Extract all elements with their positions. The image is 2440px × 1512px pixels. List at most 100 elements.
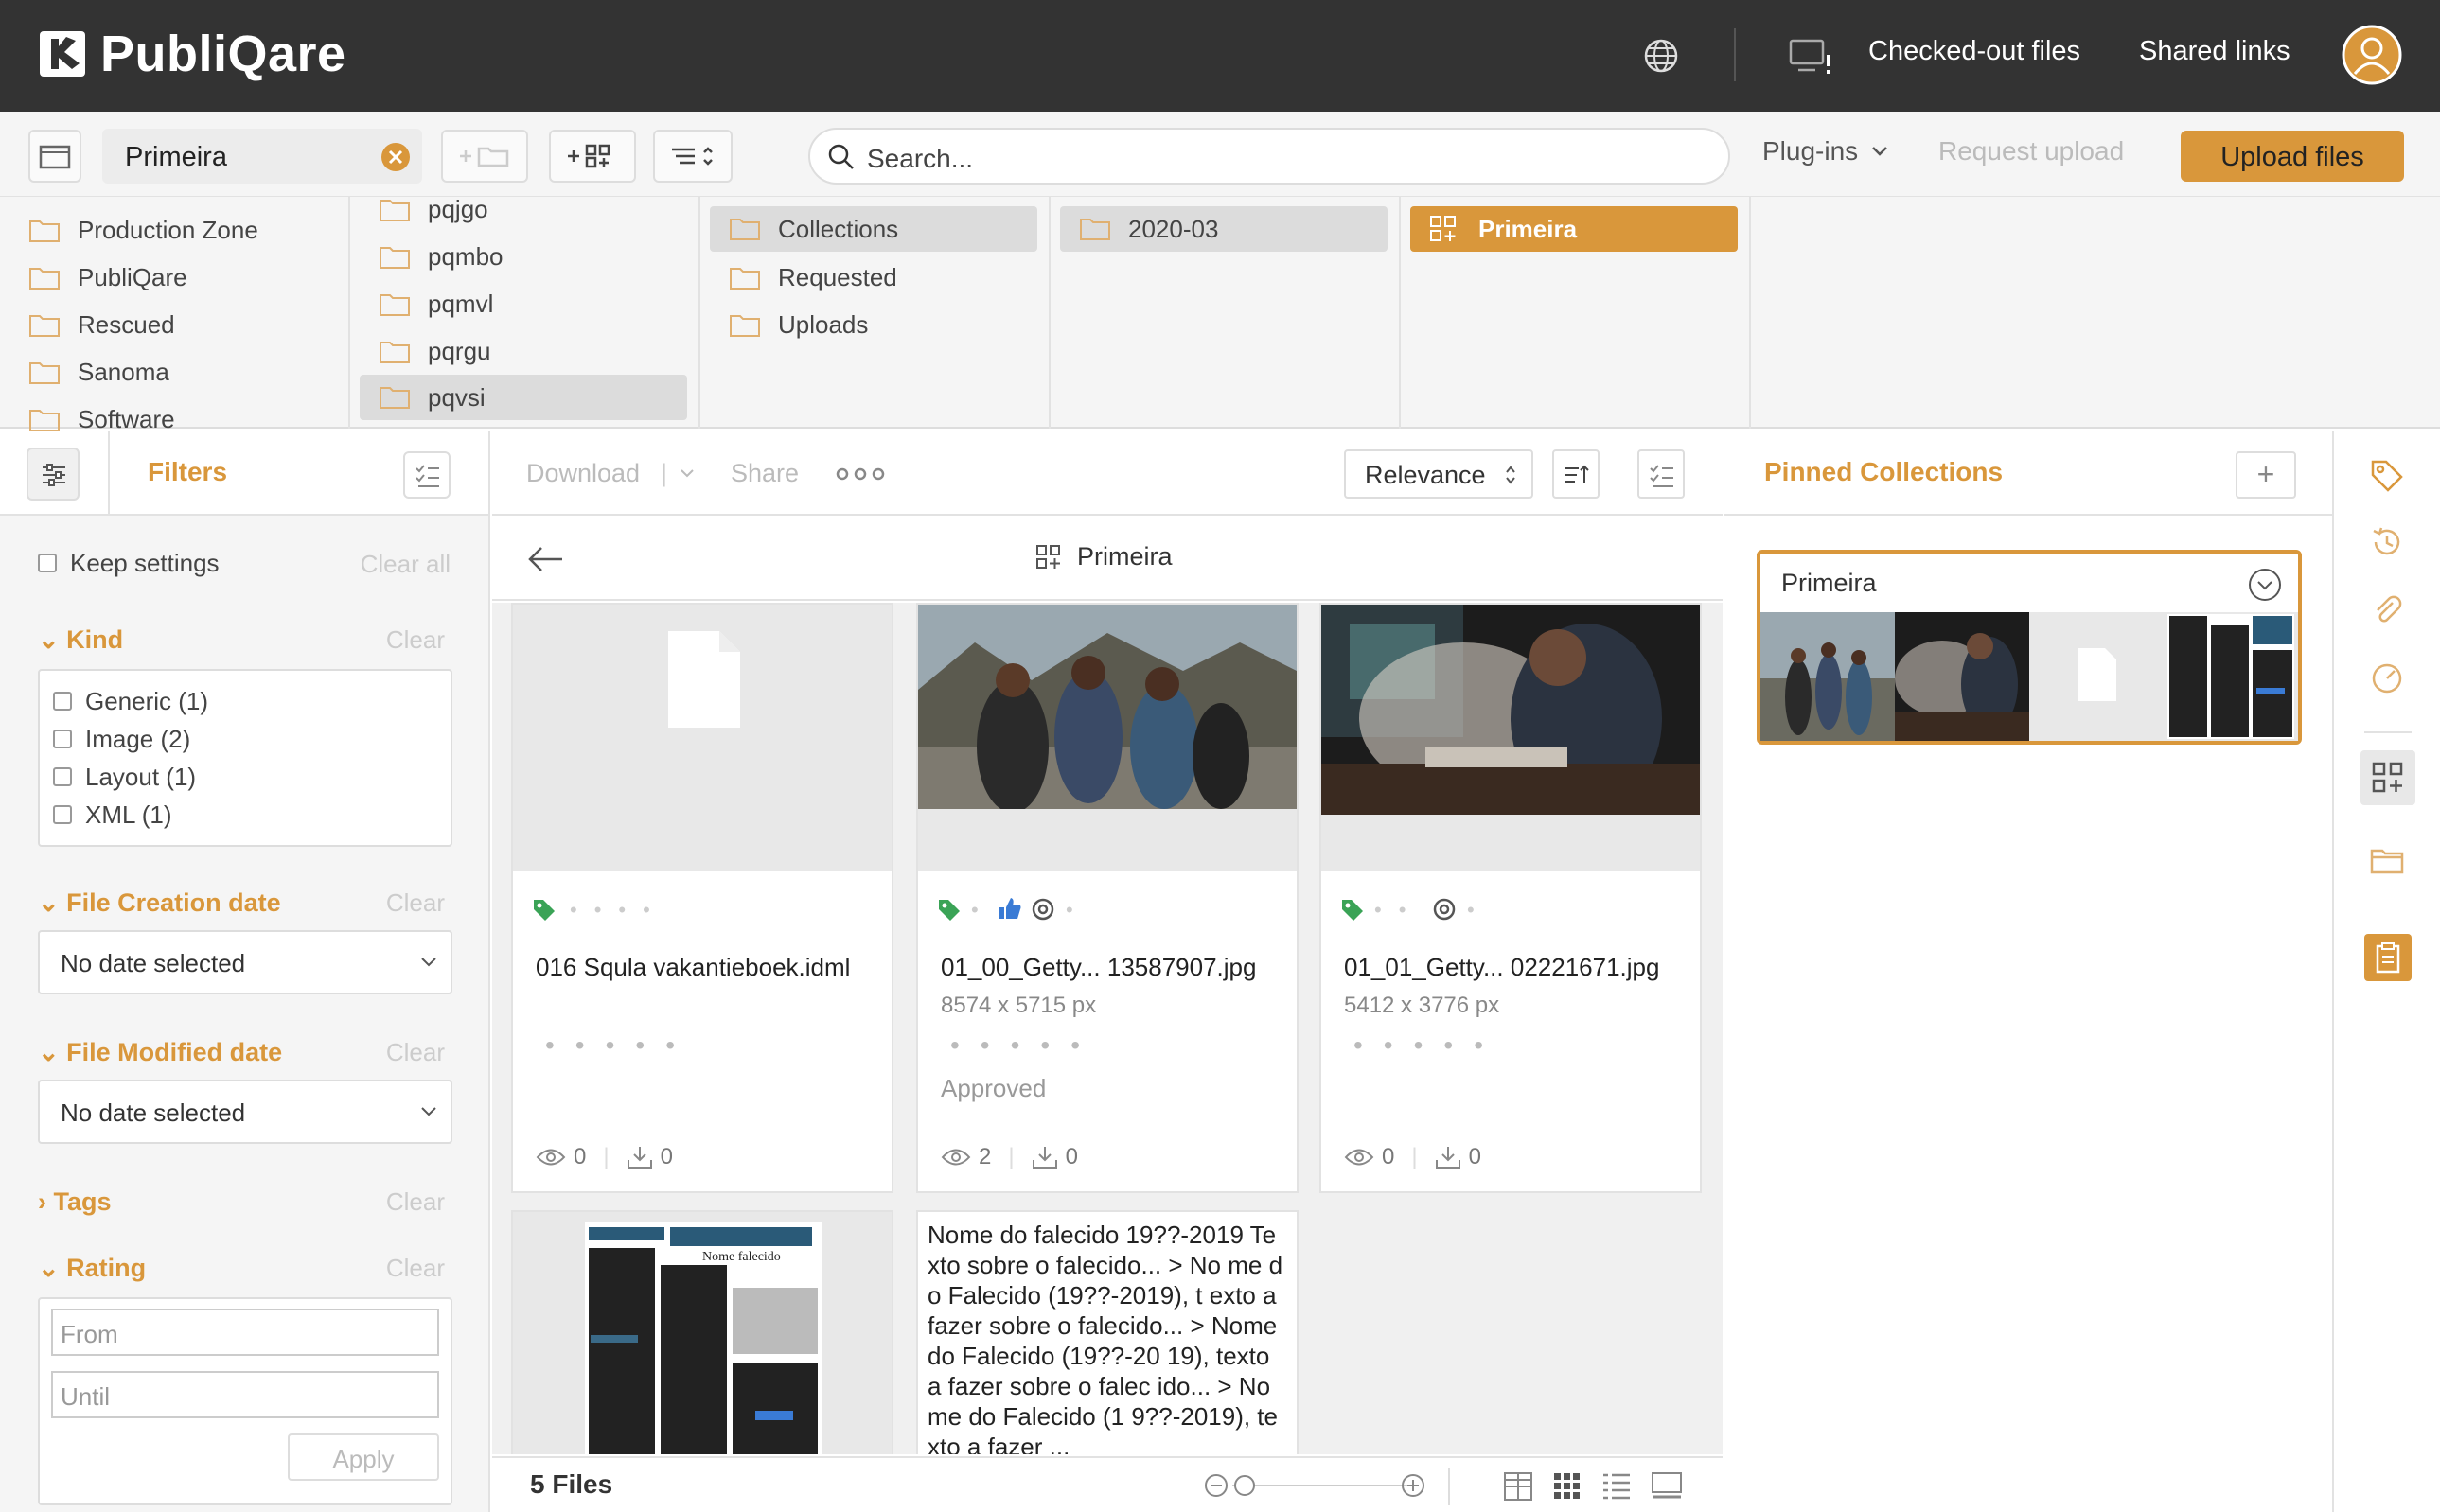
- rating-dots[interactable]: •••••: [950, 1030, 1101, 1061]
- rating-dots[interactable]: •••••: [1353, 1030, 1504, 1061]
- zoom-slider-track[interactable]: [1232, 1485, 1412, 1486]
- asset-card[interactable]: Nome falecido: [511, 1210, 893, 1454]
- tags-section-toggle[interactable]: › Tags: [38, 1187, 112, 1217]
- folder-item[interactable]: pqrgu: [379, 337, 491, 366]
- app-logo[interactable]: PubliQare: [38, 25, 346, 83]
- rating-from-input[interactable]: From: [51, 1309, 439, 1356]
- folder-item[interactable]: Uploads: [729, 310, 868, 340]
- folder-item[interactable]: pqmvl: [379, 290, 493, 319]
- modified-date-select[interactable]: No date selected: [38, 1080, 452, 1144]
- tag-icon[interactable]: [937, 898, 962, 923]
- folder-item[interactable]: pqmbo: [379, 242, 504, 272]
- filter-checklist-button[interactable]: [403, 451, 451, 499]
- keep-settings-checkbox[interactable]: Keep settings: [25, 544, 220, 582]
- list-view-icon[interactable]: [1601, 1471, 1632, 1502]
- checklist-icon: [1650, 465, 1673, 487]
- chevron-down-icon[interactable]: [680, 468, 695, 478]
- kind-option[interactable]: Layout (1): [40, 758, 451, 796]
- plugins-dropdown[interactable]: Plug-ins: [1762, 136, 1888, 167]
- rating-section-toggle[interactable]: ⌄ Rating: [38, 1254, 146, 1283]
- collections-rail-button[interactable]: [2360, 750, 2415, 805]
- checked-out-files-link[interactable]: Checked-out files: [1868, 36, 2080, 67]
- folder-item[interactable]: Rescued: [28, 310, 175, 340]
- folder-item[interactable]: Requested: [729, 263, 897, 292]
- folder-item[interactable]: pqjgo: [379, 195, 488, 224]
- zoom-out-icon[interactable]: [1204, 1473, 1229, 1498]
- globe-icon[interactable]: [1643, 38, 1679, 74]
- folder-column-4: 2020-03: [1051, 197, 1401, 429]
- grid-large-view-icon[interactable]: [1503, 1471, 1533, 1502]
- asset-card[interactable]: Nome do falecido 19??-2019 Texto sobre o…: [916, 1210, 1299, 1454]
- grid-view-icon[interactable]: [1552, 1471, 1582, 1502]
- monitor-alert-icon[interactable]: [1789, 38, 1832, 78]
- creation-date-clear-button[interactable]: Clear: [386, 888, 445, 918]
- collection-item-selected[interactable]: Primeira: [1410, 206, 1738, 252]
- copyright-icon[interactable]: [1032, 898, 1054, 921]
- sort-direction-button[interactable]: [1552, 449, 1600, 499]
- creation-date-section-toggle[interactable]: ⌄ File Creation date: [38, 888, 281, 918]
- asset-card[interactable]: •••• 016 Squla vakantieboek.idml ••••• 0…: [511, 603, 893, 1193]
- creation-date-select[interactable]: No date selected: [38, 930, 452, 994]
- activity-gauge-icon[interactable]: [2370, 661, 2404, 695]
- modified-date-clear-button[interactable]: Clear: [386, 1038, 445, 1067]
- rating-apply-button[interactable]: Apply: [288, 1433, 439, 1481]
- kind-option[interactable]: Image (2): [40, 720, 451, 758]
- clipboard-icon: [2376, 942, 2400, 974]
- pinned-collection-card[interactable]: Primeira: [1757, 550, 2302, 745]
- add-pinned-button[interactable]: +: [2236, 451, 2296, 499]
- zoom-slider-handle[interactable]: [1234, 1475, 1255, 1496]
- rating-until-input[interactable]: Until: [51, 1371, 439, 1418]
- sort-options-button[interactable]: [653, 130, 733, 183]
- request-upload-button[interactable]: Request upload: [1938, 136, 2124, 167]
- kind-option[interactable]: Generic (1): [40, 682, 451, 720]
- folder-item-selected[interactable]: Collections: [710, 206, 1037, 252]
- modified-date-section-toggle[interactable]: ⌄ File Modified date: [38, 1038, 282, 1067]
- collection-pill[interactable]: Primeira: [102, 129, 422, 184]
- new-folder-button[interactable]: [441, 130, 528, 183]
- download-button[interactable]: Download: [526, 459, 640, 488]
- tags-clear-button[interactable]: Clear: [386, 1187, 445, 1217]
- clipboard-rail-button[interactable]: [2364, 934, 2412, 981]
- zoom-in-icon[interactable]: [1401, 1473, 1425, 1498]
- paperclip-icon[interactable]: [2370, 593, 2404, 627]
- search-input[interactable]: Search...: [808, 128, 1730, 185]
- preview-view-icon[interactable]: [1651, 1471, 1683, 1502]
- clear-circle-icon[interactable]: [380, 142, 411, 172]
- history-icon[interactable]: [2370, 525, 2404, 559]
- folder-item-selected[interactable]: pqvsi: [360, 375, 687, 420]
- rating-clear-button[interactable]: Clear: [386, 1254, 445, 1283]
- upload-files-button[interactable]: Upload files: [2181, 131, 2404, 182]
- folder-browser: Production Zone PubliQare Rescued Sanoma…: [0, 195, 2440, 433]
- kind-option[interactable]: XML (1): [40, 796, 451, 834]
- kind-section-toggle[interactable]: ⌄ Kind: [38, 625, 123, 655]
- share-button[interactable]: Share: [731, 459, 799, 488]
- asset-card[interactable]: •• • 01_01_Getty... 02221671.jpg 5412 x …: [1319, 603, 1702, 1193]
- back-arrow-icon[interactable]: [528, 546, 564, 572]
- tag-icon[interactable]: [1340, 898, 1365, 923]
- tag-outline-icon[interactable]: [2370, 459, 2404, 493]
- user-avatar-icon[interactable]: [2342, 25, 2402, 85]
- new-collection-button[interactable]: [549, 130, 636, 183]
- folder-item-selected[interactable]: 2020-03: [1060, 206, 1388, 252]
- folder-rail-icon[interactable]: [2370, 847, 2404, 875]
- add-folder-icon: [460, 147, 509, 167]
- more-icon[interactable]: [835, 466, 886, 482]
- tag-icon[interactable]: [532, 898, 557, 923]
- asset-card[interactable]: • • 01_00_Getty... 13587907.jpg 8574 x 5…: [916, 603, 1299, 1193]
- filter-settings-button[interactable]: [27, 448, 80, 501]
- shared-links-link[interactable]: Shared links: [2139, 36, 2290, 67]
- asset-thumbnail: [918, 605, 1297, 871]
- folder-item[interactable]: Sanoma: [28, 358, 169, 387]
- thumbs-up-icon[interactable]: [998, 896, 1022, 921]
- select-mode-button[interactable]: [1637, 449, 1685, 499]
- sort-select[interactable]: Relevance: [1344, 449, 1533, 499]
- folder-item[interactable]: Production Zone: [28, 216, 258, 245]
- kind-clear-button[interactable]: Clear: [386, 625, 445, 655]
- copyright-icon[interactable]: [1433, 898, 1456, 921]
- toggle-browser-button[interactable]: [28, 130, 81, 183]
- clear-all-button[interactable]: Clear all: [361, 550, 451, 579]
- rating-dots[interactable]: •••••: [545, 1030, 696, 1061]
- folder-item[interactable]: PubliQare: [28, 263, 187, 292]
- folder-label: Requested: [778, 263, 897, 291]
- chevron-circle-icon[interactable]: [2247, 567, 2283, 603]
